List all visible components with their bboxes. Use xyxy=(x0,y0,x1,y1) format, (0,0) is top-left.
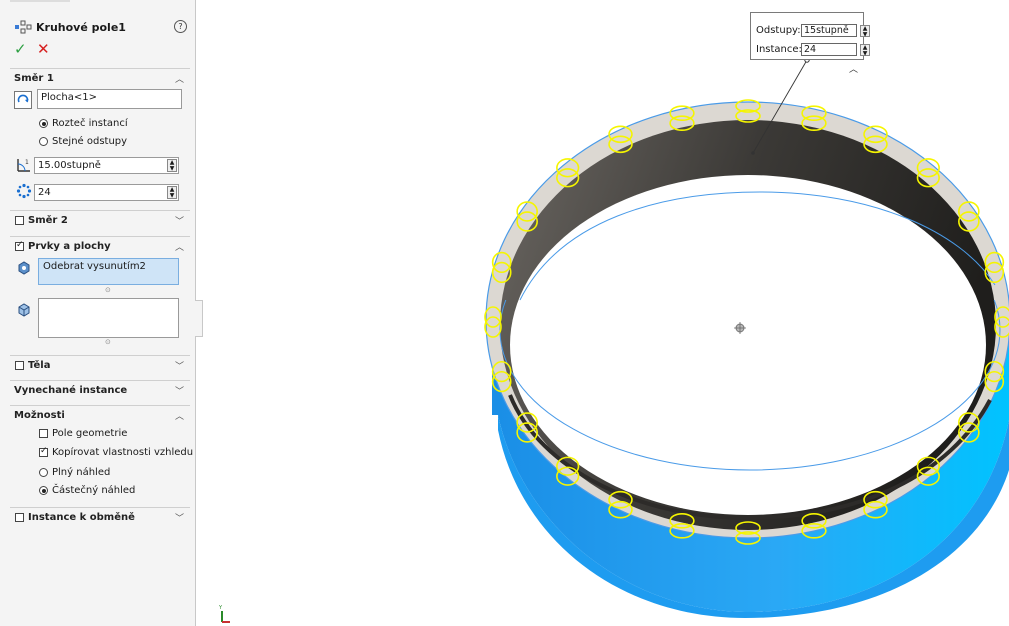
section-features-header[interactable]: Prvky a plochy ︿ xyxy=(10,236,190,255)
chevron-up-icon[interactable]: ︿ xyxy=(175,240,184,253)
callout-instances-row: Instance: 24 ▲ ▼ xyxy=(756,43,870,57)
chevron-up-icon[interactable]: ︿ xyxy=(175,72,184,85)
chevron-down-icon[interactable]: ﹀ xyxy=(175,359,184,372)
section-bodies-header[interactable]: Těla ﹀ xyxy=(10,355,190,374)
instance-count-icon xyxy=(16,183,32,199)
instance-count-spinner[interactable]: ▲ ▼ xyxy=(167,186,177,199)
axis-selection-field[interactable]: Plocha<1> xyxy=(37,89,182,109)
panel-tab-strip[interactable] xyxy=(10,0,70,2)
features-to-pattern-icon xyxy=(16,260,32,276)
help-icon[interactable]: ? xyxy=(174,20,187,33)
option-full-preview[interactable]: Plný náhled xyxy=(39,467,110,478)
instance-count-value: 24 xyxy=(38,187,51,198)
bodies-checkbox[interactable] xyxy=(15,360,24,370)
rotation-axis-icon xyxy=(14,91,32,109)
graphics-viewport[interactable]: Y xyxy=(200,0,1009,626)
callout-instances-spinner[interactable]: ▲ ▼ xyxy=(860,44,870,57)
faces-selection-list[interactable] xyxy=(38,298,179,338)
section-options-header[interactable]: Možnosti ︿ xyxy=(10,405,190,424)
panel-header: Kruhové pole1 xyxy=(14,20,126,34)
geometry-pattern-checkbox[interactable] xyxy=(39,429,48,438)
callout-spacing-value: 15stupně xyxy=(804,25,849,36)
list-resize-grip[interactable]: ⊙ xyxy=(105,338,111,346)
copy-appearance-checkbox[interactable] xyxy=(39,446,48,457)
option-equal-spacing-label: Stejné odstupy xyxy=(52,136,128,147)
callout-collapse-chevron-icon[interactable]: ︿ xyxy=(849,62,858,75)
full-preview-radio[interactable] xyxy=(39,468,48,477)
section-skipped-header[interactable]: Vynechané instance ﹀ xyxy=(10,380,190,399)
direction2-checkbox[interactable] xyxy=(15,215,24,225)
callout-instances-label: Instance: xyxy=(756,44,802,55)
angle-spinner[interactable]: ▲ ▼ xyxy=(167,159,177,172)
faces-to-pattern-icon xyxy=(16,302,32,318)
option-instance-spacing[interactable]: Rozteč instancí xyxy=(39,118,128,129)
panel-title: Kruhové pole1 xyxy=(36,20,126,34)
full-preview-label: Plný náhled xyxy=(52,467,111,478)
svg-text:1: 1 xyxy=(25,159,29,166)
callout-spacing-row: Odstupy: 15stupně ▲ ▼ xyxy=(756,24,870,38)
svg-text:Y: Y xyxy=(218,605,223,611)
chevron-down-icon[interactable]: ﹀ xyxy=(175,214,184,227)
section-options-label: Možnosti xyxy=(14,409,65,421)
ok-button[interactable]: ✓ xyxy=(14,40,27,58)
ring-interior xyxy=(510,175,986,515)
section-vary-instances-label: Instance k obměně xyxy=(28,511,135,523)
coordinate-triad-icon: Y xyxy=(218,605,230,623)
angle-icon: 1 xyxy=(16,157,32,173)
callout-instances-value: 24 xyxy=(804,44,817,55)
circular-pattern-icon xyxy=(15,20,32,34)
section-features-label: Prvky a plochy xyxy=(28,240,111,252)
option-equal-spacing[interactable]: Stejné odstupy xyxy=(39,136,127,147)
section-vary-instances-header[interactable]: Instance k obměně ﹀ xyxy=(10,507,190,526)
option-copy-appearance[interactable]: Kopírovat vlastnosti vzhledu xyxy=(39,446,194,458)
callout-instances-input[interactable]: 24 ▲ ▼ xyxy=(801,43,870,57)
radio-instance-spacing[interactable] xyxy=(39,119,48,128)
copy-appearance-label: Kopírovat vlastnosti vzhledu xyxy=(52,447,194,458)
section-direction1-label: Směr 1 xyxy=(14,72,54,84)
vary-instances-checkbox[interactable] xyxy=(15,512,24,522)
callout-spacing-spinner[interactable]: ▲ ▼ xyxy=(860,25,870,38)
section-direction2-header[interactable]: Směr 2 ﹀ xyxy=(10,210,190,229)
chevron-up-icon[interactable]: ︿ xyxy=(175,409,184,422)
callout-spacing-label: Odstupy: xyxy=(756,25,801,36)
callout-spacing-input[interactable]: 15stupně ▲ ▼ xyxy=(801,24,870,38)
option-instance-spacing-label: Rozteč instancí xyxy=(52,118,128,129)
selected-feature-item[interactable]: Odebrat vysunutím2 xyxy=(43,261,146,272)
section-direction2-label: Směr 2 xyxy=(28,214,68,226)
chevron-down-icon[interactable]: ﹀ xyxy=(175,384,184,397)
leader-end xyxy=(751,151,755,155)
section-direction1-header[interactable]: Směr 1 ︿ xyxy=(10,68,190,87)
radio-equal-spacing[interactable] xyxy=(39,137,48,146)
option-geometry-pattern[interactable]: Pole geometrie xyxy=(39,428,127,439)
cancel-button[interactable]: ✕ xyxy=(37,40,50,58)
chevron-down-icon[interactable]: ﹀ xyxy=(175,511,184,524)
partial-preview-label: Částečný náhled xyxy=(52,485,136,496)
property-manager-panel: Kruhové pole1 ? ✓ ✕ Směr 1 ︿ Plocha<1> R… xyxy=(0,0,196,626)
pattern-callout: Odstupy: 15stupně ▲ ▼ Instance: 24 ▲ ▼ xyxy=(750,12,870,60)
partial-preview-radio[interactable] xyxy=(39,486,48,495)
angle-input[interactable]: 15.00stupně ▲ ▼ xyxy=(34,157,179,174)
features-checkbox[interactable] xyxy=(15,240,24,251)
instance-count-input[interactable]: 24 ▲ ▼ xyxy=(34,184,179,201)
section-skipped-label: Vynechané instance xyxy=(14,384,128,396)
angle-input-value: 15.00stupně xyxy=(38,160,101,171)
option-partial-preview[interactable]: Částečný náhled xyxy=(39,485,135,496)
features-selection-list[interactable]: Odebrat vysunutím2 xyxy=(38,258,179,285)
section-bodies-label: Těla xyxy=(28,359,51,371)
geometry-pattern-label: Pole geometrie xyxy=(52,428,128,439)
list-resize-grip[interactable]: ⊙ xyxy=(105,286,111,294)
